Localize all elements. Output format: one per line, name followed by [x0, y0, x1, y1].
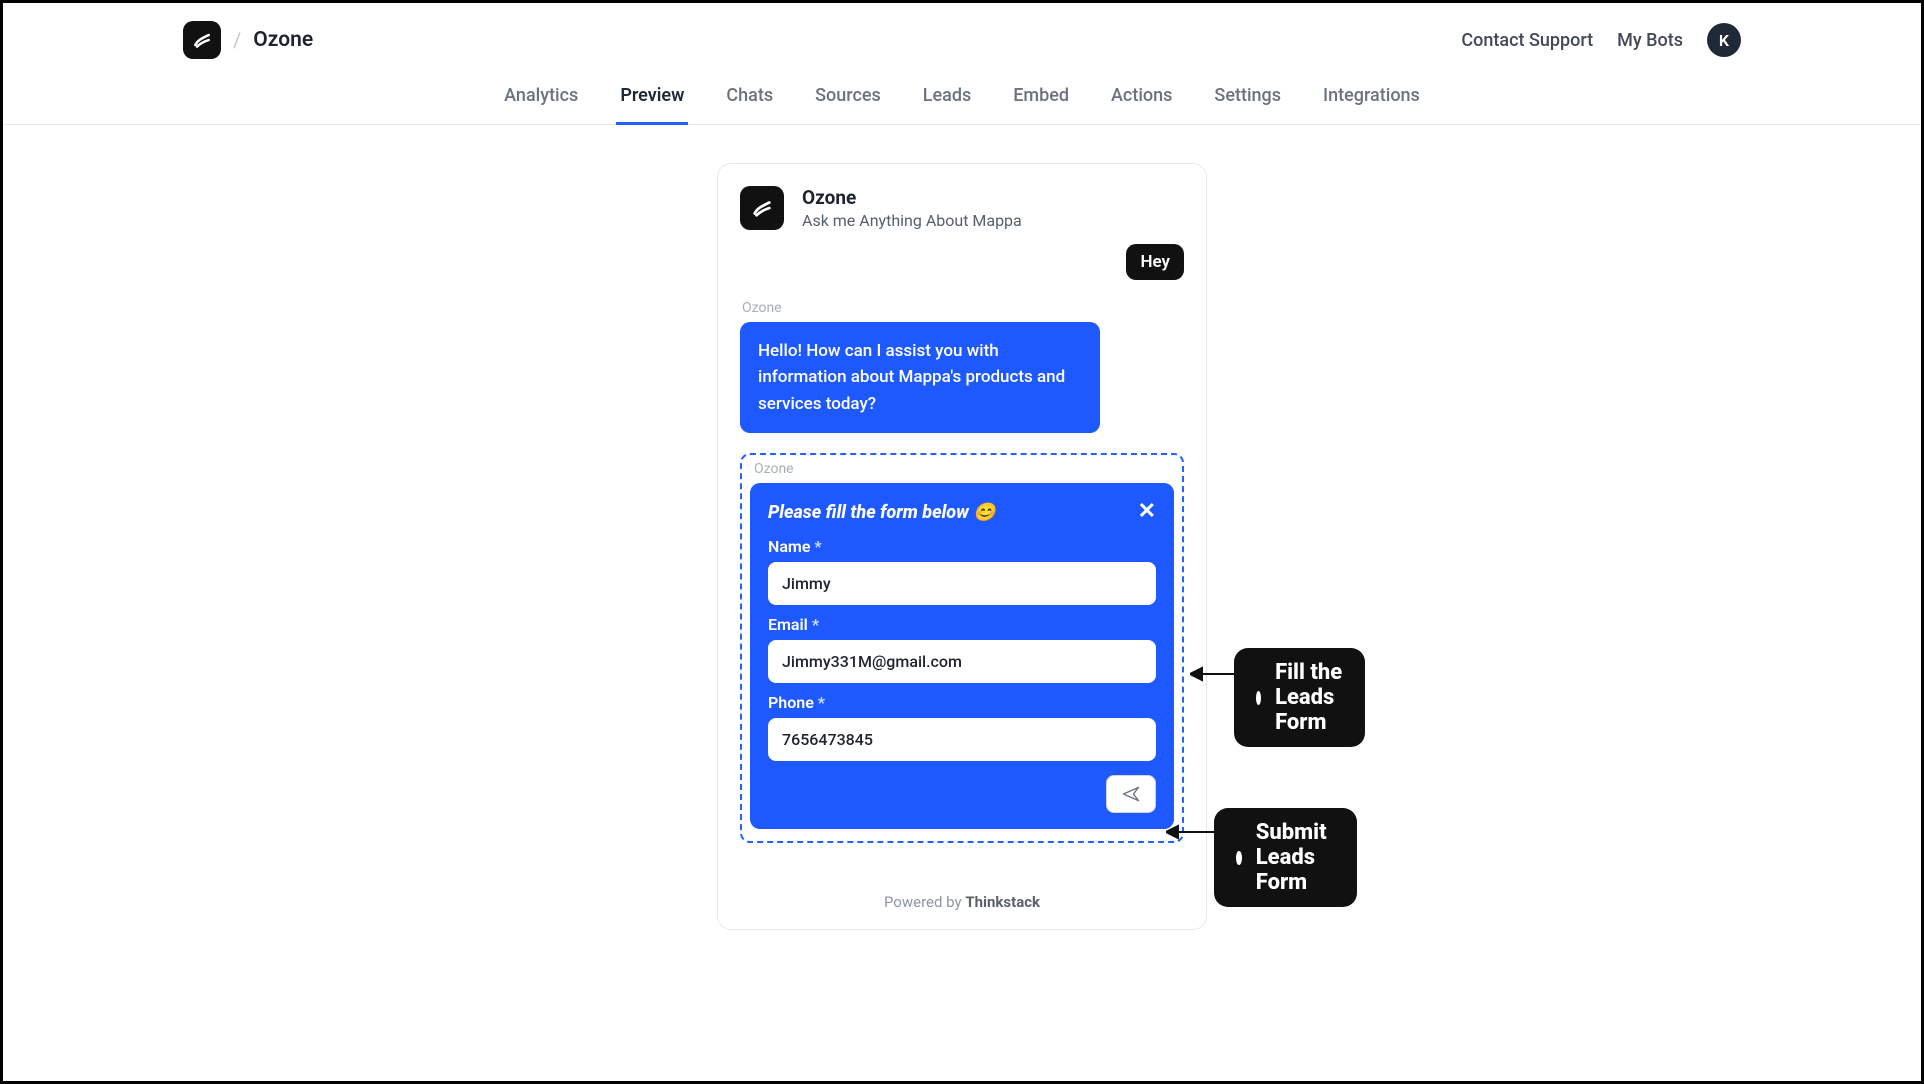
tab-embed[interactable]: Embed	[1013, 85, 1069, 124]
bot-message: Hello! How can I assist you with informa…	[740, 322, 1100, 433]
tabs-bar: Analytics Preview Chats Sources Leads Em…	[3, 71, 1921, 125]
email-label-text: Email	[768, 615, 808, 634]
header-left: / Ozone	[183, 21, 313, 59]
arrow-icon	[1166, 824, 1214, 840]
phone-label-text: Phone	[768, 693, 814, 712]
leads-form-card: Please fill the form below 😊 ✕ Name * Em…	[750, 483, 1174, 829]
user-message: Hey	[1126, 244, 1184, 280]
leads-form-wrapper: Ozone Please fill the form below 😊 ✕ Nam…	[740, 453, 1184, 843]
form-title: Please fill the form below 😊	[768, 502, 996, 523]
callout-submit-form: Submit Leads Form	[1214, 808, 1357, 907]
email-label: Email *	[768, 615, 1156, 634]
breadcrumb-separator: /	[233, 28, 241, 52]
send-icon	[1120, 784, 1142, 804]
footer-brand: Thinkstack	[965, 893, 1040, 911]
email-input[interactable]	[768, 640, 1156, 683]
form-title-row: Please fill the form below 😊 ✕	[768, 501, 1156, 523]
arrow-icon	[1190, 666, 1234, 682]
form-sender-label: Ozone	[754, 461, 1174, 477]
close-icon[interactable]: ✕	[1138, 501, 1156, 523]
header: / Ozone Contact Support My Bots K	[3, 3, 1921, 71]
contact-support-link[interactable]: Contact Support	[1461, 30, 1593, 51]
submit-row	[768, 775, 1156, 813]
tab-preview[interactable]: Preview	[620, 85, 684, 124]
name-input[interactable]	[768, 562, 1156, 605]
bot-sender-label: Ozone	[742, 300, 1184, 316]
chat-title: Ozone	[802, 186, 1022, 209]
tab-sources[interactable]: Sources	[815, 85, 881, 124]
chat-logo-icon	[740, 186, 784, 230]
name-label: Name *	[768, 537, 1156, 556]
footer-prefix: Powered by	[884, 893, 965, 911]
callout-fill-form: Fill the Leads Form	[1234, 648, 1365, 747]
name-label-text: Name	[768, 537, 810, 556]
chat-body: Hey Ozone Hello! How can I assist you wi…	[718, 244, 1206, 433]
callout-fill-text: Fill the Leads Form	[1275, 660, 1343, 735]
submit-button[interactable]	[1106, 775, 1156, 813]
phone-input[interactable]	[768, 718, 1156, 761]
chat-header: Ozone Ask me Anything About Mappa	[718, 164, 1206, 244]
callout-submit-text: Submit Leads Form	[1256, 820, 1335, 895]
my-bots-link[interactable]: My Bots	[1617, 30, 1683, 51]
phone-label: Phone *	[768, 693, 1156, 712]
tab-leads[interactable]: Leads	[923, 85, 971, 124]
chat-subtitle: Ask me Anything About Mappa	[802, 211, 1022, 230]
chat-header-text: Ozone Ask me Anything About Mappa	[802, 186, 1022, 230]
tab-chats[interactable]: Chats	[726, 85, 773, 124]
tab-settings[interactable]: Settings	[1214, 85, 1281, 124]
breadcrumb-title: Ozone	[253, 28, 313, 52]
callout-dot-icon	[1256, 691, 1261, 705]
callout-dot-icon	[1236, 851, 1242, 865]
brand-logo-icon[interactable]	[183, 21, 221, 59]
header-right: Contact Support My Bots K	[1461, 23, 1741, 57]
tab-analytics[interactable]: Analytics	[504, 85, 578, 124]
tab-actions[interactable]: Actions	[1111, 85, 1172, 124]
chat-footer: Powered by Thinkstack	[718, 893, 1206, 911]
avatar[interactable]: K	[1707, 23, 1741, 57]
tab-integrations[interactable]: Integrations	[1323, 85, 1420, 124]
chat-preview-card: Ozone Ask me Anything About Mappa Hey Oz…	[717, 163, 1207, 930]
